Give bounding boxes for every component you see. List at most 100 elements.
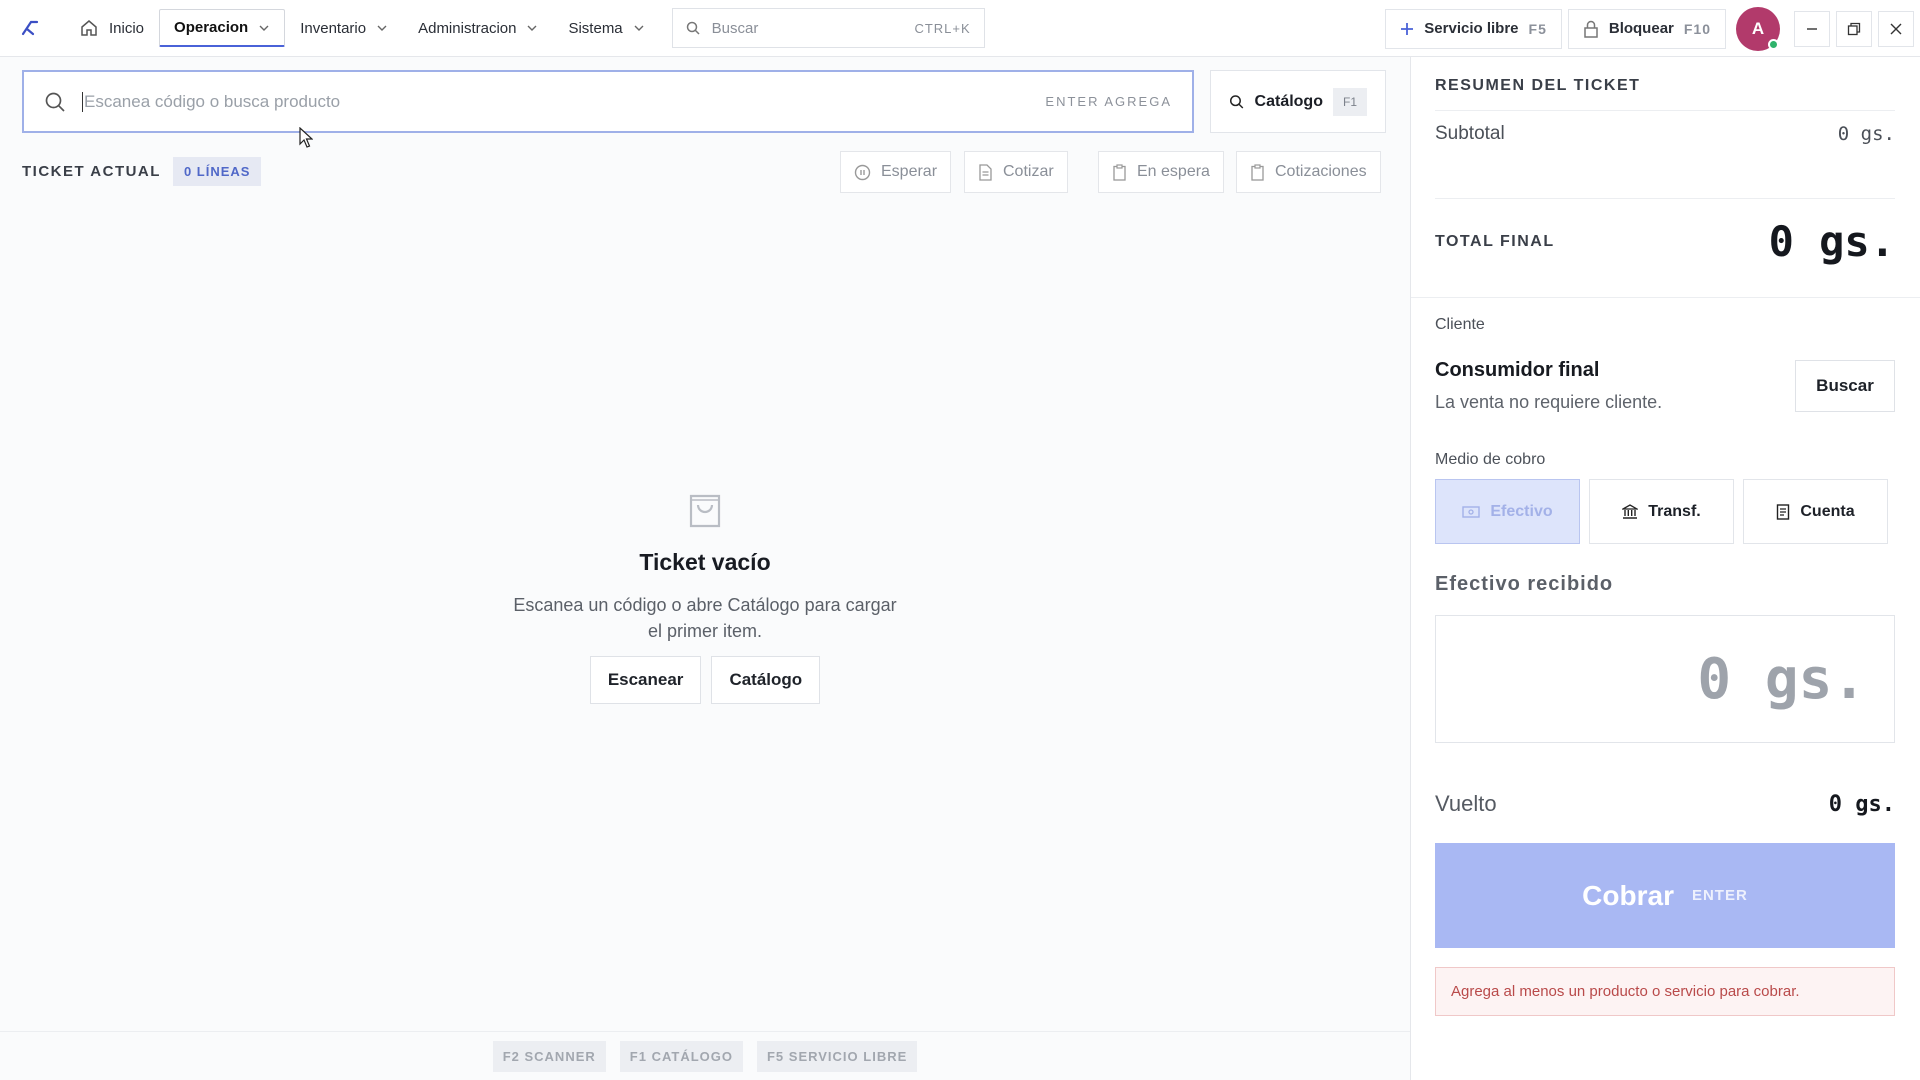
plus-icon [1401, 22, 1414, 35]
bloquear-button[interactable]: Bloquear F10 [1567, 8, 1726, 49]
document-icon [1777, 503, 1790, 520]
empty-title: Ticket vacío [639, 549, 771, 575]
divider [1435, 198, 1895, 199]
catalog-button-label: Catálogo [1254, 92, 1323, 110]
product-scan-input[interactable] [82, 91, 1030, 112]
nav-operacion-label: Operacion [174, 19, 249, 36]
escanear-button[interactable]: Escanear [589, 656, 702, 704]
shortcut-servicio-libre[interactable]: F5 SERVICIO LIBRE [756, 1040, 918, 1072]
change-value: 0 gs. [1828, 791, 1895, 817]
restore-button[interactable] [1836, 10, 1872, 47]
nav-sistema[interactable]: Sistema [553, 9, 659, 47]
nav-administracion-label: Administracion [418, 19, 517, 37]
restore-icon [1847, 22, 1861, 35]
product-scan-bar[interactable]: ENTER AGREGA [22, 70, 1194, 133]
shortcut-catalogo[interactable]: F1 CATÁLOGO [619, 1040, 743, 1072]
cobrar-button[interactable]: Cobrar ENTER [1435, 843, 1895, 948]
avatar-initial: A [1751, 18, 1765, 38]
cash-received-value: 0 gs. [1697, 646, 1866, 712]
empty-ticket-state: Ticket vacío Escanea un código o abre Ca… [460, 488, 950, 704]
ticket-header: TICKET ACTUAL 0 LÍNEAS [22, 156, 262, 186]
change-label: Vuelto [1435, 791, 1497, 816]
subtotal-value: 0 gs. [1837, 123, 1895, 145]
servicio-libre-button[interactable]: Servicio libre F5 [1385, 8, 1562, 49]
top-right-actions: Servicio libre F5 Bloquear F10 A [1385, 0, 1920, 57]
bloquear-key: F10 [1683, 20, 1711, 37]
search-shortcut: CTRL+K [914, 20, 971, 36]
nav-inicio[interactable]: Inicio [64, 9, 159, 47]
ticket-label: TICKET ACTUAL [22, 162, 161, 180]
payment-efectivo-button[interactable]: Efectivo [1435, 479, 1580, 544]
empty-catalog-button[interactable]: Catálogo [711, 656, 821, 704]
cotizar-label: Cotizar [1003, 163, 1054, 180]
global-search-placeholder: Buscar [711, 19, 759, 37]
cash-received-input[interactable]: 0 gs. [1435, 615, 1895, 743]
top-bar: Inicio Operacion Inventario Administraci… [0, 0, 1920, 57]
minimize-icon [1807, 27, 1817, 30]
app-logo-icon[interactable] [18, 16, 42, 40]
close-icon [1890, 23, 1902, 34]
catalog-button[interactable]: Catálogo F1 [1210, 70, 1386, 133]
catalog-key: F1 [1332, 87, 1367, 116]
scan-hint: ENTER AGREGA [1045, 94, 1172, 109]
search-icon [45, 92, 65, 112]
search-icon [1229, 94, 1244, 109]
close-button[interactable] [1878, 10, 1914, 47]
clipboard-icon [1251, 163, 1264, 181]
nav-inventario[interactable]: Inventario [285, 9, 403, 47]
total-value: 0 gs. [1768, 217, 1895, 266]
lines-count-badge: 0 LÍNEAS [172, 156, 262, 186]
divider [1411, 297, 1920, 298]
esperar-label: Esperar [881, 163, 938, 180]
divider [1435, 110, 1895, 111]
nav-operacion[interactable]: Operacion [159, 9, 286, 47]
chevron-down-icon [377, 25, 387, 31]
client-label: Cliente [1435, 316, 1485, 333]
bloquear-label: Bloquear [1608, 20, 1674, 37]
global-search[interactable]: Buscar CTRL+K [671, 8, 985, 48]
summary-title: RESUMEN DEL TICKET [1435, 77, 1641, 94]
payment-cuenta-label: Cuenta [1800, 502, 1855, 520]
minimize-button[interactable] [1794, 10, 1830, 47]
nav-inventario-label: Inventario [300, 19, 367, 37]
client-name: Consumidor final [1435, 359, 1600, 381]
charge-alert-text: Agrega al menos un producto o servicio p… [1451, 983, 1800, 1000]
home-icon [81, 20, 97, 36]
search-icon [686, 21, 700, 35]
empty-text-line1: Escanea un código o abre Catálogo para c… [513, 595, 897, 615]
charge-alert: Agrega al menos un producto o servicio p… [1435, 967, 1895, 1016]
shortcut-footer: F2 SCANNER F1 CATÁLOGO F5 SERVICIO LIBRE [0, 1031, 1410, 1080]
empty-text-line2: el primer item. [647, 621, 763, 641]
total-label: TOTAL FINAL [1435, 232, 1555, 250]
cotizaciones-button[interactable]: Cotizaciones [1236, 151, 1381, 193]
servicio-libre-label: Servicio libre [1424, 20, 1519, 37]
cotizar-button[interactable]: Cotizar [964, 151, 1068, 193]
nav-sistema-label: Sistema [568, 19, 623, 37]
en-espera-label: En espera [1137, 163, 1210, 180]
chevron-down-icon [527, 25, 537, 31]
bank-icon [1622, 503, 1639, 519]
mouse-cursor-icon [299, 127, 313, 148]
avatar[interactable]: A [1736, 6, 1780, 51]
payment-method-label: Medio de cobro [1435, 451, 1546, 468]
cobrar-label: Cobrar [1582, 879, 1674, 911]
ticket-summary-panel: RESUMEN DEL TICKET Subtotal 0 gs. TOTAL … [1410, 57, 1920, 1080]
nav-inicio-label: Inicio [109, 19, 145, 37]
en-espera-button[interactable]: En espera [1098, 151, 1224, 193]
nav-administracion[interactable]: Administracion [403, 9, 553, 47]
payment-transf-button[interactable]: Transf. [1589, 479, 1734, 544]
online-status-dot [1768, 38, 1779, 50]
shopping-bag-icon [689, 494, 721, 528]
shortcut-scanner[interactable]: F2 SCANNER [492, 1040, 606, 1072]
cash-received-label: Efectivo recibido [1435, 573, 1614, 595]
servicio-libre-key: F5 [1528, 20, 1547, 37]
chevron-down-icon [259, 25, 269, 31]
pause-circle-icon [854, 164, 871, 180]
client-search-button[interactable]: Buscar [1795, 360, 1895, 412]
cobrar-key: ENTER [1691, 887, 1748, 904]
lock-icon [1584, 20, 1598, 38]
esperar-button[interactable]: Esperar [840, 151, 952, 193]
client-subtitle: La venta no requiere cliente. [1435, 392, 1663, 412]
payment-cuenta-button[interactable]: Cuenta [1743, 479, 1888, 544]
subtotal-label: Subtotal [1435, 123, 1505, 144]
